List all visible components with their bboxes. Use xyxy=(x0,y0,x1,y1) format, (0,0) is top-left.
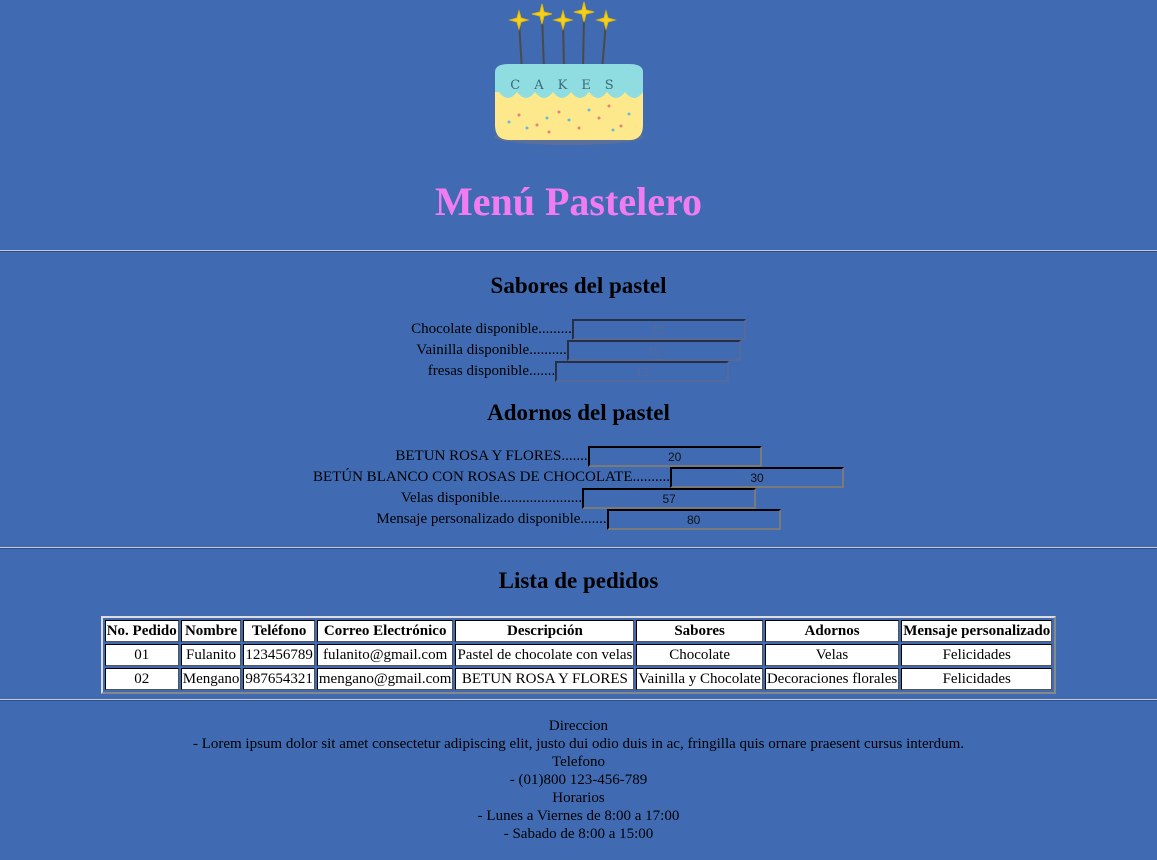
table-cell: 123456789 xyxy=(243,644,315,666)
table-cell: BETUN ROSA Y FLORES xyxy=(455,668,635,690)
table-cell: Velas xyxy=(764,644,900,666)
footer-direccion-label: Direccion xyxy=(548,718,609,734)
adornos-row-betun-blanco: BETÚN BLANCO CON ROSAS DE CHOCOLATE.....… xyxy=(0,467,1157,489)
adornos-row-velas: Velas disponible...................... xyxy=(0,488,1157,510)
sabor-label-vainilla: Vainilla disponible.......... xyxy=(416,342,567,359)
chocolate-quantity-field xyxy=(571,319,746,341)
sabores-row-vainilla: Vainilla disponible.......... xyxy=(0,340,1157,362)
betun-blanco-quantity-field[interactable] xyxy=(670,467,845,489)
table-row: 01 Fulanito 123456789 fulanito@gmail.com… xyxy=(104,644,1053,666)
adorno-label-velas: Velas disponible...................... xyxy=(400,490,583,507)
velas-quantity-field[interactable] xyxy=(582,488,757,510)
betun-rosa-quantity-field[interactable] xyxy=(587,446,762,468)
table-cell: Felicidades xyxy=(901,644,1053,666)
table-cell: Mengano xyxy=(180,668,242,690)
pedidos-heading: Lista de pedidos xyxy=(498,568,659,593)
table-cell: fulanito@gmail.com xyxy=(316,644,454,666)
column-header-telefono: Teléfono xyxy=(243,620,315,642)
column-header-adornos: Adornos xyxy=(764,620,900,642)
inventory-section: Sabores del pastel Chocolate disponible.… xyxy=(0,252,1157,547)
adornos-row-mensaje: Mensaje personalizado disponible....... xyxy=(0,509,1157,531)
orders-section: Lista de pedidos No. Pedido Nombre Teléf… xyxy=(0,549,1157,699)
sabores-heading: Sabores del pastel xyxy=(490,273,667,298)
table-cell: Decoraciones florales xyxy=(764,668,900,690)
table-cell: Felicidades xyxy=(901,668,1053,690)
footer-direccion-text: - Lorem ipsum dolor sit amet consectetur… xyxy=(192,736,965,752)
footer-telefono-label: Telefono xyxy=(551,754,606,770)
table-cell: Fulanito xyxy=(180,644,242,666)
sabor-label-fresas: fresas disponible....... xyxy=(427,363,556,380)
page-title: Menú Pastelero xyxy=(435,179,702,224)
table-cell: mengano@gmail.com xyxy=(316,668,454,690)
fresas-quantity-field xyxy=(555,361,730,383)
cake-logo: CAKES xyxy=(494,1,644,145)
adorno-label-mensaje: Mensaje personalizado disponible....... xyxy=(376,511,607,528)
adornos-row-betun-rosa: BETUN ROSA Y FLORES....... xyxy=(0,446,1157,468)
cake-logo-text: CAKES xyxy=(510,78,627,93)
column-header-correo: Correo Electrónico xyxy=(316,620,454,642)
footer-horarios-label: Horarios xyxy=(552,790,605,806)
column-header-descripcion: Descripción xyxy=(455,620,635,642)
column-header-no-pedido: No. Pedido xyxy=(104,620,179,642)
column-header-nombre: Nombre xyxy=(180,620,242,642)
table-cell: Vainilla y Chocolate xyxy=(636,668,763,690)
adorno-label-betun-rosa: BETUN ROSA Y FLORES....... xyxy=(395,448,588,465)
mensaje-quantity-field[interactable] xyxy=(606,509,781,531)
sabores-row-fresas: fresas disponible....... xyxy=(0,361,1157,383)
sabor-label-chocolate: Chocolate disponible......... xyxy=(411,321,572,338)
adorno-label-betun-blanco: BETÚN BLANCO CON ROSAS DE CHOCOLATE.....… xyxy=(312,469,671,486)
orders-table: No. Pedido Nombre Teléfono Correo Electr… xyxy=(100,616,1057,694)
sabores-row-chocolate: Chocolate disponible......... xyxy=(0,319,1157,341)
footer-horario-weekdays: - Lunes a Viernes de 8:00 a 17:00 xyxy=(477,808,680,824)
table-cell: 01 xyxy=(104,644,179,666)
table-header-row: No. Pedido Nombre Teléfono Correo Electr… xyxy=(104,620,1053,642)
table-row: 02 Mengano 987654321 mengano@gmail.com B… xyxy=(104,668,1053,690)
footer-telefono-text: - (01)800 123-456-789 xyxy=(509,772,648,788)
adornos-heading: Adornos del pastel xyxy=(487,400,670,425)
table-cell: Chocolate xyxy=(636,644,763,666)
footer-horario-saturday: - Sabado de 8:00 a 15:00 xyxy=(503,826,654,842)
column-header-mensaje: Mensaje personalizado xyxy=(901,620,1053,642)
table-cell: 987654321 xyxy=(243,668,315,690)
footer: Direccion - Lorem ipsum dolor sit amet c… xyxy=(0,701,1157,843)
page-header: CAKES Menú Pastelero xyxy=(0,0,1157,250)
table-cell: Pastel de chocolate con velas xyxy=(455,644,635,666)
table-cell: 02 xyxy=(104,668,179,690)
column-header-sabores: Sabores xyxy=(636,620,763,642)
vainilla-quantity-field xyxy=(566,340,741,362)
